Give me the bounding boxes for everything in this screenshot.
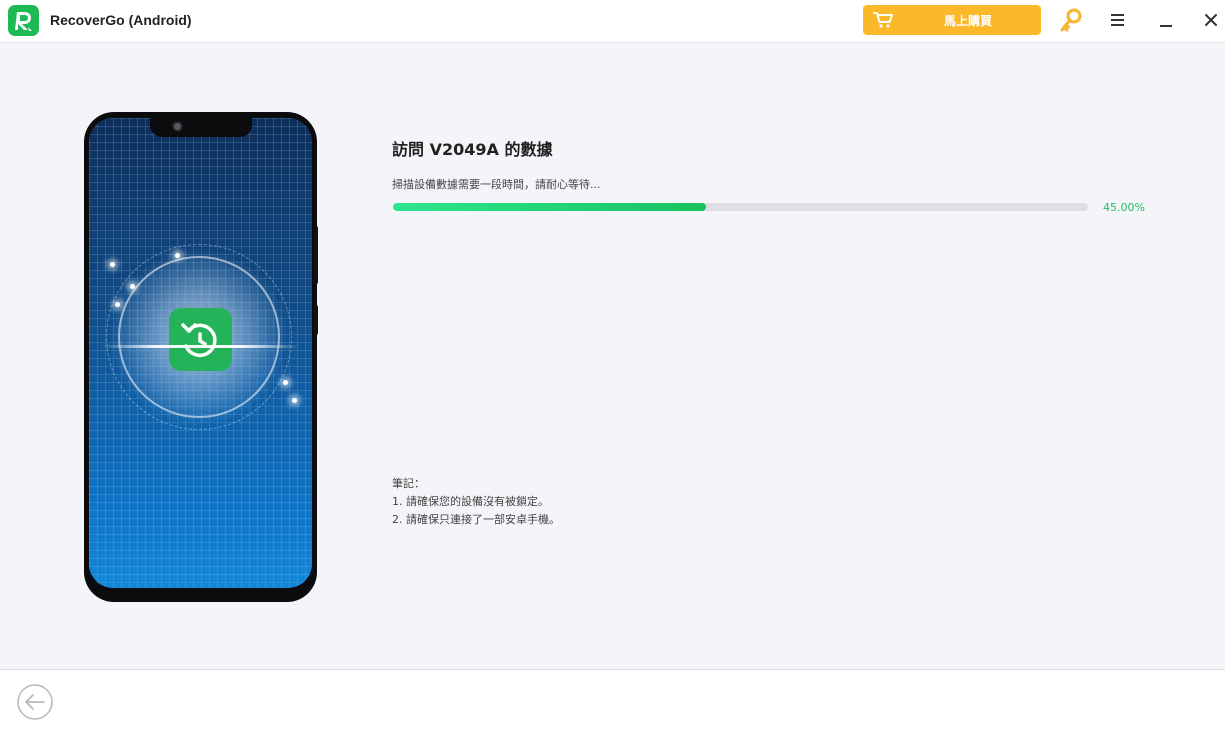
- sparkle-icon: [175, 253, 180, 258]
- progress-bar: [393, 203, 1088, 211]
- sparkle-icon: [292, 398, 297, 403]
- progress-bar-fill: [393, 203, 706, 211]
- camera-icon: [172, 121, 183, 132]
- buy-now-label: 馬上購買: [943, 14, 992, 28]
- sparkle-icon: [283, 380, 288, 385]
- key-icon[interactable]: [1059, 8, 1083, 34]
- sparkle-icon: [110, 262, 115, 267]
- sparkle-icon: [115, 302, 120, 307]
- menu-icon[interactable]: [1111, 14, 1125, 26]
- minimize-icon[interactable]: [1159, 14, 1173, 28]
- scan-line: [100, 345, 300, 348]
- recover-app-icon: [169, 308, 232, 371]
- phone-side-button: [314, 226, 318, 284]
- progress-percentage: 45.00%: [1103, 201, 1145, 214]
- page-title: 訪問 V2049A 的數據: [392, 140, 553, 159]
- note-item: 2. 請確保只連接了一部安卓手機。: [392, 513, 560, 526]
- phone-notch: [150, 114, 252, 137]
- app-title: RecoverGo (Android): [50, 12, 192, 28]
- notes-section: 筆記： 1. 請確保您的設備沒有被鎖定。 2. 請確保只連接了一部安卓手機。: [392, 475, 560, 529]
- back-arrow-icon[interactable]: [16, 683, 54, 721]
- title-bar: RecoverGo (Android) 馬上購買: [0, 0, 1225, 43]
- close-icon[interactable]: [1204, 13, 1218, 27]
- buy-now-button[interactable]: 馬上購買: [863, 5, 1041, 35]
- note-item: 1. 請確保您的設備沒有被鎖定。: [392, 495, 549, 508]
- notes-heading: 筆記：: [392, 477, 425, 490]
- footer-bar: [0, 669, 1225, 730]
- app-logo-icon: [8, 5, 39, 36]
- sparkle-icon: [130, 284, 135, 289]
- scan-status-text: 掃描設備數據需要一段時間，請耐心等待...: [392, 178, 601, 191]
- phone-side-button: [314, 305, 318, 335]
